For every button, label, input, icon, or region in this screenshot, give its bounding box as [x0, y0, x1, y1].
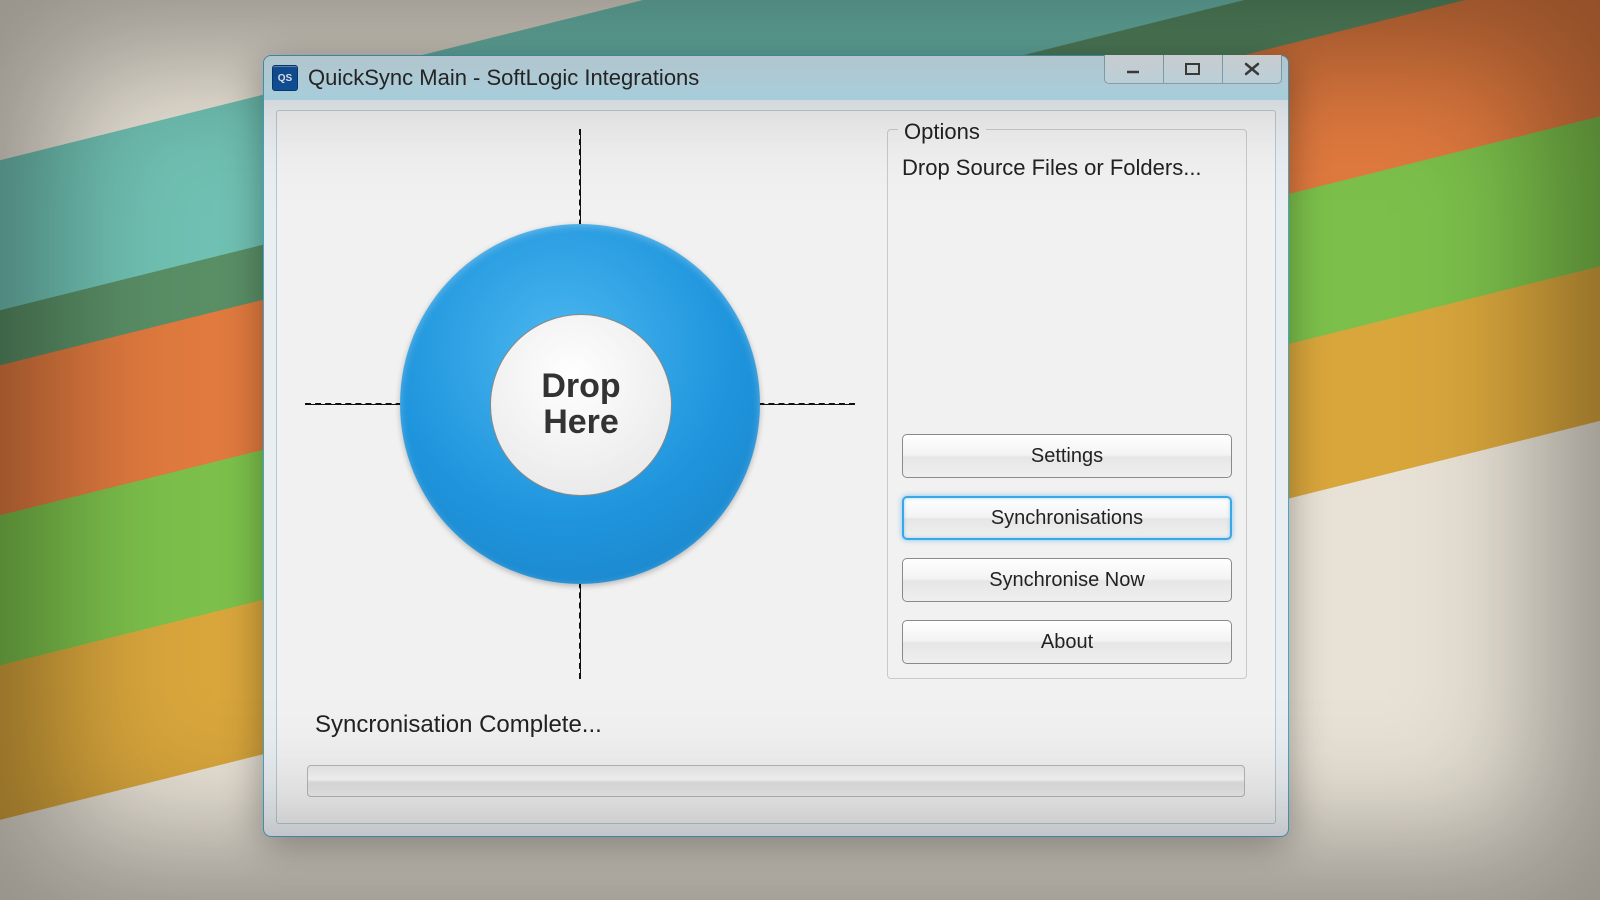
status-text: Syncronisation Complete... — [315, 711, 602, 739]
synchronisations-button[interactable]: Synchronisations — [902, 496, 1232, 540]
drop-label-line2: Here — [543, 403, 619, 441]
options-hint: Drop Source Files or Folders... — [902, 154, 1232, 182]
window-title: QuickSync Main - SoftLogic Integrations — [308, 65, 699, 91]
minimize-button[interactable] — [1104, 55, 1164, 84]
options-button-stack: Settings Synchronisations Synchronise No… — [902, 434, 1232, 664]
app-icon: QS — [272, 65, 298, 91]
settings-button[interactable]: Settings — [902, 434, 1232, 478]
maximize-button[interactable] — [1163, 55, 1223, 84]
drop-label: Drop Here — [490, 314, 672, 496]
maximize-icon — [1183, 62, 1203, 76]
options-legend: Options — [898, 119, 986, 145]
options-groupbox: Options Drop Source Files or Folders... … — [887, 129, 1247, 679]
drop-label-line1: Drop — [541, 367, 620, 405]
titlebar[interactable]: QS QuickSync Main - SoftLogic Integratio… — [264, 56, 1288, 100]
app-window: QS QuickSync Main - SoftLogic Integratio… — [263, 55, 1289, 837]
about-button[interactable]: About — [902, 620, 1232, 664]
synchronise-now-button[interactable]: Synchronise Now — [902, 558, 1232, 602]
progress-bar — [307, 765, 1245, 797]
client-area: Drop Here Options Drop Source Files or F… — [276, 110, 1276, 824]
drop-target[interactable]: Drop Here — [305, 129, 855, 679]
close-button[interactable] — [1222, 55, 1282, 84]
close-icon — [1242, 62, 1262, 76]
minimize-icon — [1124, 62, 1144, 76]
window-controls — [1105, 55, 1282, 84]
